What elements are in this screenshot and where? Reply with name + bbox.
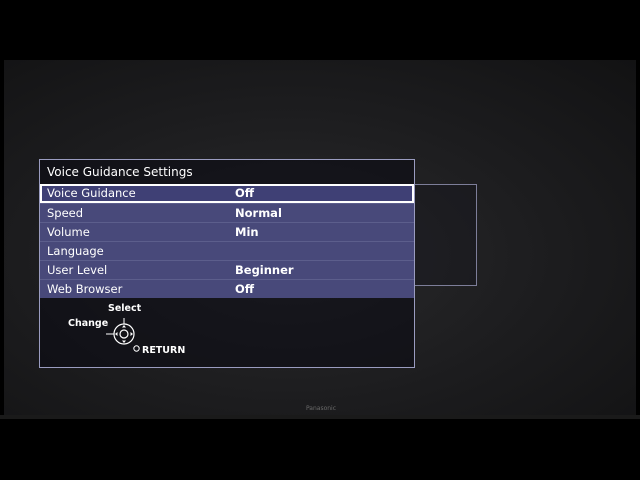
menu-row-web-browser[interactable]: Web Browser Off [40, 279, 414, 298]
nav-change-label: Change [68, 318, 109, 329]
row-value: Normal [235, 206, 282, 220]
tv-bezel [0, 415, 640, 419]
row-value: Off [235, 282, 255, 296]
background-panel [414, 184, 477, 286]
voice-guidance-menu: Voice Guidance Settings Voice Guidance O… [39, 159, 415, 368]
menu-title: Voice Guidance Settings [47, 165, 193, 179]
menu-row-volume[interactable]: Volume Min [40, 222, 414, 241]
row-label: Voice Guidance [47, 186, 136, 200]
row-value: Min [235, 225, 259, 239]
row-value: Beginner [235, 263, 294, 277]
menu-row-language[interactable]: Language [40, 241, 414, 260]
brand-logo: Panasonic [305, 405, 337, 412]
row-label: Volume [47, 225, 90, 239]
row-label: User Level [47, 263, 108, 277]
row-label: Speed [47, 206, 84, 220]
nav-return-label: RETURN [142, 345, 186, 356]
menu-row-voice-guidance[interactable]: Voice Guidance Off [40, 184, 414, 203]
menu-row-speed[interactable]: Speed Normal [40, 203, 414, 222]
row-label: Web Browser [47, 282, 123, 296]
row-value: Off [235, 186, 255, 200]
row-label: Language [47, 244, 104, 258]
return-button-icon [133, 345, 140, 352]
navigation-help: Select Change RETURN [40, 300, 240, 362]
menu-row-user-level[interactable]: User Level Beginner [40, 260, 414, 279]
menu-rows: Voice Guidance Off Speed Normal Volume M… [40, 184, 414, 298]
